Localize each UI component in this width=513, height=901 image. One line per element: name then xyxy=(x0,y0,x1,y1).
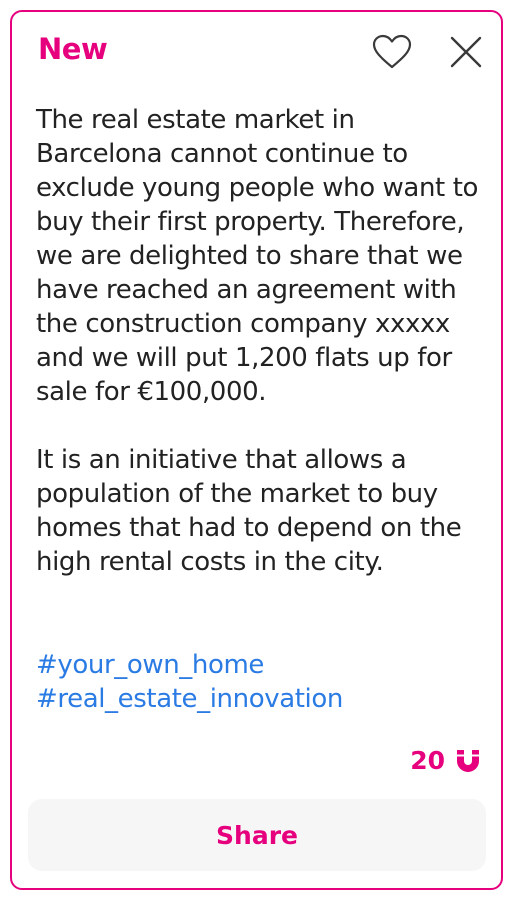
post-paragraph-2: It is an initiative that allows a popula… xyxy=(36,445,462,577)
points-counter: 20 xyxy=(410,746,481,775)
hashtag-real-estate-innovation[interactable]: #real_estate_innovation xyxy=(36,682,343,716)
post-body: The real estate market in Barcelona cann… xyxy=(36,103,482,579)
news-card: New The real estate market in Barcelona … xyxy=(10,10,503,890)
points-value: 20 xyxy=(410,746,445,775)
hashtag-list: #your_own_home #real_estate_innovation xyxy=(36,648,343,716)
new-badge: New xyxy=(38,32,108,66)
magnet-icon xyxy=(457,749,479,772)
post-paragraph-1: The real estate market in Barcelona cann… xyxy=(36,105,478,407)
close-icon xyxy=(450,36,482,68)
heart-icon xyxy=(372,34,412,69)
close-button[interactable] xyxy=(444,30,488,74)
favorite-button[interactable] xyxy=(370,30,414,74)
share-button[interactable]: Share xyxy=(28,799,486,871)
hashtag-your-own-home[interactable]: #your_own_home xyxy=(36,648,343,682)
